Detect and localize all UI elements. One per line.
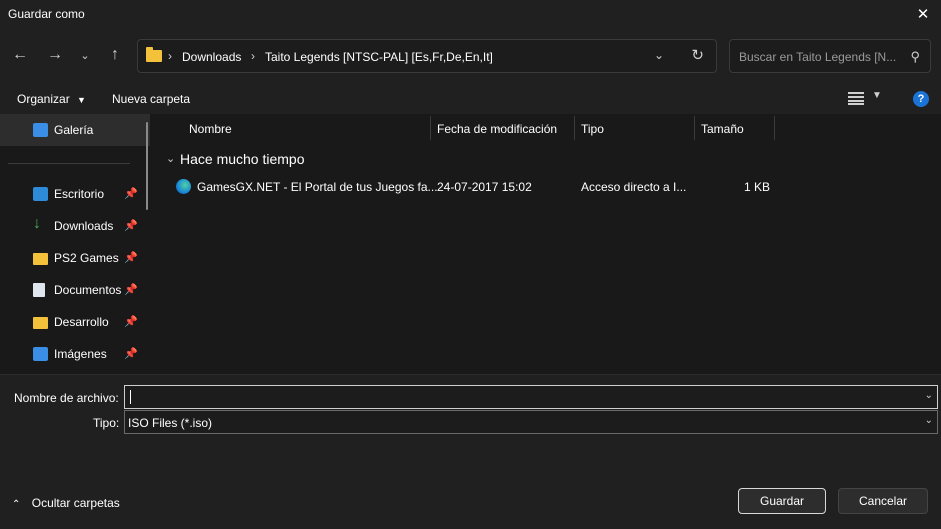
chevron-up-icon: ⌃ [12,499,21,510]
column-headers: Nombre ⌄ Fecha de modificación Tipo Tama… [158,114,941,142]
address-dropdown-icon[interactable]: ⌄ [654,48,664,62]
sidebar-divider [8,163,130,164]
folder-icon [33,253,48,265]
forward-arrow-icon[interactable]: → [42,42,68,68]
breadcrumb-separator-icon: › [168,49,172,63]
sidebar-item-label: Desarrollo [54,315,109,329]
filetype-value: ISO Files (*.iso) [128,416,213,430]
hide-folders-label: Ocultar carpetas [31,496,120,510]
up-arrow-icon[interactable]: ↑ [102,42,128,68]
column-divider[interactable] [430,116,431,140]
sidebar-item-downloads[interactable]: ↓ Downloads 📌 [0,210,150,242]
view-dropdown-caret-icon[interactable]: ▼ [872,90,882,101]
column-header-type[interactable]: Tipo [581,122,604,136]
search-input[interactable]: Buscar en Taito Legends [N... [739,50,896,64]
close-icon[interactable]: ✕ [905,0,941,28]
download-icon: ↓ [33,215,41,232]
pin-icon[interactable]: 📌 [124,251,138,264]
pin-icon[interactable]: 📌 [124,315,138,328]
column-divider[interactable] [574,116,575,140]
group-collapse-chevron-icon[interactable]: ⌄ [166,152,175,165]
sidebar-item-label: Documentos [54,283,122,297]
save-form: Nombre de archivo: ⌄ Tipo: ISO Files (*.… [0,374,941,529]
pin-icon[interactable]: 📌 [124,283,138,296]
cancel-button[interactable]: Cancelar [838,488,928,514]
sidebar-item-desarrollo[interactable]: Desarrollo 📌 [0,306,150,338]
file-date: 24-07-2017 15:02 [437,180,532,194]
pin-icon[interactable]: 📌 [124,187,138,200]
address-bar[interactable]: › Downloads › Taito Legends [NTSC-PAL] [… [137,39,717,73]
file-size: 1 KB [744,180,771,194]
title-bar: Guardar como ✕ [0,0,941,28]
text-cursor [130,390,131,404]
search-box[interactable]: Buscar en Taito Legends [N... ⚲ [729,39,931,73]
filename-dropdown-icon[interactable]: ⌄ [925,390,933,401]
sidebar-item-label: Escritorio [54,187,105,201]
refresh-icon[interactable]: ↻ [691,46,704,64]
search-icon[interactable]: ⚲ [910,49,920,65]
column-header-size[interactable]: Tamaño [701,122,744,136]
recent-locations-chevron-icon[interactable]: ⌄ [72,42,98,68]
filename-field[interactable]: ⌄ [124,385,938,409]
sidebar-item-documentos[interactable]: Documentos 📌 [0,274,150,306]
back-arrow-icon[interactable]: ← [7,42,33,68]
file-row[interactable]: GamesGX.NET - El Portal de tus Juegos fa… [172,176,792,198]
navigation-pane: Galería Escritorio 📌 ↓ Downloads 📌 PS2 G… [0,114,158,374]
filename-label: Nombre de archivo: [14,391,119,405]
edge-shortcut-icon [176,179,191,194]
organize-menu-button[interactable]: Organizar ▼ [17,92,86,106]
column-divider[interactable] [694,116,695,140]
file-type: Acceso directo a I... [581,180,687,194]
dropdown-caret-icon: ▼ [77,95,86,105]
new-folder-button[interactable]: Nueva carpeta [112,92,190,106]
breadcrumb-downloads[interactable]: Downloads [182,50,241,64]
sidebar-item-label: Galería [54,123,94,137]
sidebar-scrollbar[interactable] [146,122,148,210]
sidebar-item-label: Downloads [54,219,114,233]
column-header-name[interactable]: Nombre [189,122,232,136]
breadcrumb-taito-legends[interactable]: Taito Legends [NTSC-PAL] [Es,Fr,De,En,It… [265,50,493,64]
documents-icon [33,283,45,297]
filetype-label: Tipo: [93,416,120,430]
file-name: GamesGX.NET - El Portal de tus Juegos fa… [197,180,438,194]
folder-icon [146,47,162,62]
gallery-icon [33,123,48,137]
filetype-dropdown-icon[interactable]: ⌄ [925,415,933,426]
file-list: Nombre ⌄ Fecha de modificación Tipo Tama… [158,114,941,374]
window-title: Guardar como [8,7,85,21]
sidebar-item-label: Imágenes [54,347,107,361]
group-header[interactable]: Hace mucho tiempo [180,151,305,167]
organize-label: Organizar [17,92,70,106]
breadcrumb-separator-icon: › [251,49,255,63]
pin-icon[interactable]: 📌 [124,347,138,360]
pin-icon[interactable]: 📌 [124,219,138,232]
sidebar-item-label: PS2 Games [54,251,119,265]
folder-icon [33,317,48,329]
save-button[interactable]: Guardar [738,488,826,514]
column-divider[interactable] [774,116,775,140]
desktop-icon [33,187,48,201]
sidebar-item-galeria[interactable]: Galería [0,114,150,146]
column-header-date[interactable]: Fecha de modificación [437,122,557,136]
view-options-icon[interactable] [848,92,864,105]
sidebar-item-ps2-games[interactable]: PS2 Games 📌 [0,242,150,274]
sidebar-item-imagenes[interactable]: Imágenes 📌 [0,338,150,370]
command-bar: Organizar ▼ Nueva carpeta ▼ ? [0,84,941,114]
pictures-icon [33,347,48,361]
navigation-bar: ← → ⌄ ↑ › Downloads › Taito Legends [NTS… [0,28,941,84]
hide-folders-toggle[interactable]: ⌃ Ocultar carpetas [12,496,120,510]
help-icon[interactable]: ? [913,91,929,107]
sidebar-item-escritorio[interactable]: Escritorio 📌 [0,178,150,210]
filetype-select[interactable]: ISO Files (*.iso) ⌄ [124,410,938,434]
